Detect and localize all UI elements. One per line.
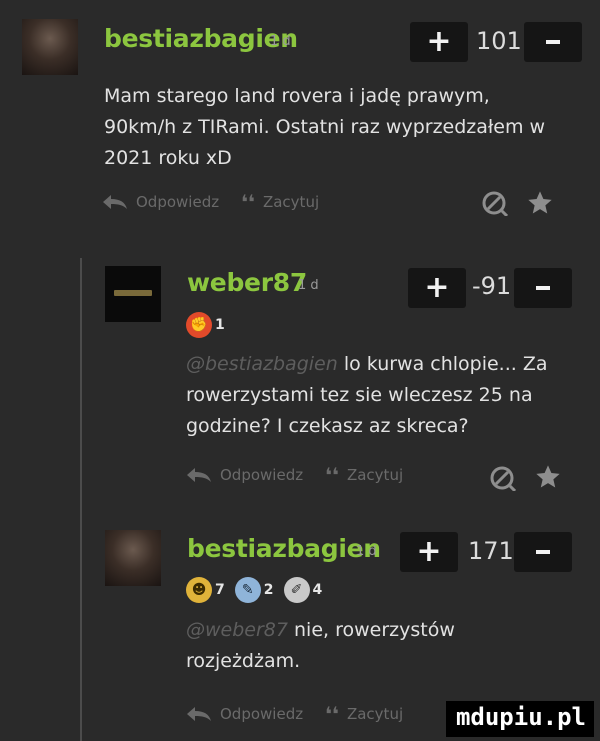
comment-actions: Odpowiedz ❛❛ Zacytuj [186,463,403,487]
comment-text: Mam starego land rovera i jadę prawym, 9… [104,85,546,169]
username[interactable]: bestiazbagien [187,534,381,563]
reply-button[interactable]: Odpowiedz [136,193,219,211]
fist-badge-icon[interactable]: ✊ [186,312,212,338]
downvote-button[interactable] [524,22,582,62]
quote-button[interactable]: Zacytuj [347,705,403,723]
avatar[interactable] [22,19,78,75]
upvote-button[interactable]: + [410,22,468,62]
vote-score: -91 [472,272,512,300]
pencil-icon[interactable]: ✐ [283,577,310,603]
downvote-button[interactable] [514,268,572,308]
comment-text: @bestiazbagien lo kurwa chlopie... Za ro… [186,349,571,442]
comment-actions: Odpowiedz ❛❛ Zacytuj [186,702,403,726]
reply-button[interactable]: Odpowiedz [220,466,303,484]
vote-score: 171 [468,537,514,565]
badge-count: 7 [215,582,225,598]
reply-arrow-icon[interactable] [102,194,128,210]
quote-button[interactable]: Zacytuj [347,466,403,484]
comment-age: 1 d [270,34,291,49]
thread-line [80,258,82,741]
quote-button[interactable]: Zacytuj [263,193,319,211]
reply-arrow-icon[interactable] [186,706,212,722]
upvote-button[interactable]: + [408,268,466,308]
avatar[interactable] [105,266,161,322]
badge-count: 1 [215,317,225,333]
comment-age: 1 d [356,544,377,559]
username[interactable]: bestiazbagien [104,24,298,53]
badges: ☻ 7 ✎ 2 ✐ 4 [186,577,332,603]
smiley-face-icon[interactable]: ☻ [186,577,212,603]
syringe-icon[interactable]: ✎ [234,577,261,603]
watermark: mdupiu.pl [445,701,594,737]
report-icon[interactable] [482,190,508,216]
quote-icon[interactable]: ❛❛ [325,463,339,487]
quote-icon[interactable]: ❛❛ [325,702,339,726]
badges: ✊ 1 [186,312,235,338]
avatar[interactable] [105,530,161,586]
comment-actions: Odpowiedz ❛❛ Zacytuj [102,190,319,214]
reply-button[interactable]: Odpowiedz [220,705,303,723]
badge-count: 2 [263,582,274,598]
mention-link[interactable]: @weber87 [186,619,288,641]
comment-age: 1 d [298,278,319,293]
badge-count: 4 [312,582,323,598]
reply-arrow-icon[interactable] [186,467,212,483]
favorite-star-icon[interactable] [526,189,554,217]
comment-text: @weber87 nie, rowerzystów rozjeżdżam. [186,615,516,677]
report-icon[interactable] [490,465,516,491]
upvote-button[interactable]: + [400,532,458,572]
favorite-star-icon[interactable] [534,463,562,491]
vote-score: 101 [476,27,522,55]
quote-icon[interactable]: ❛❛ [241,190,255,214]
mention-link[interactable]: @bestiazbagien [186,353,338,375]
username[interactable]: weber87 [187,268,307,297]
downvote-button[interactable] [514,532,572,572]
